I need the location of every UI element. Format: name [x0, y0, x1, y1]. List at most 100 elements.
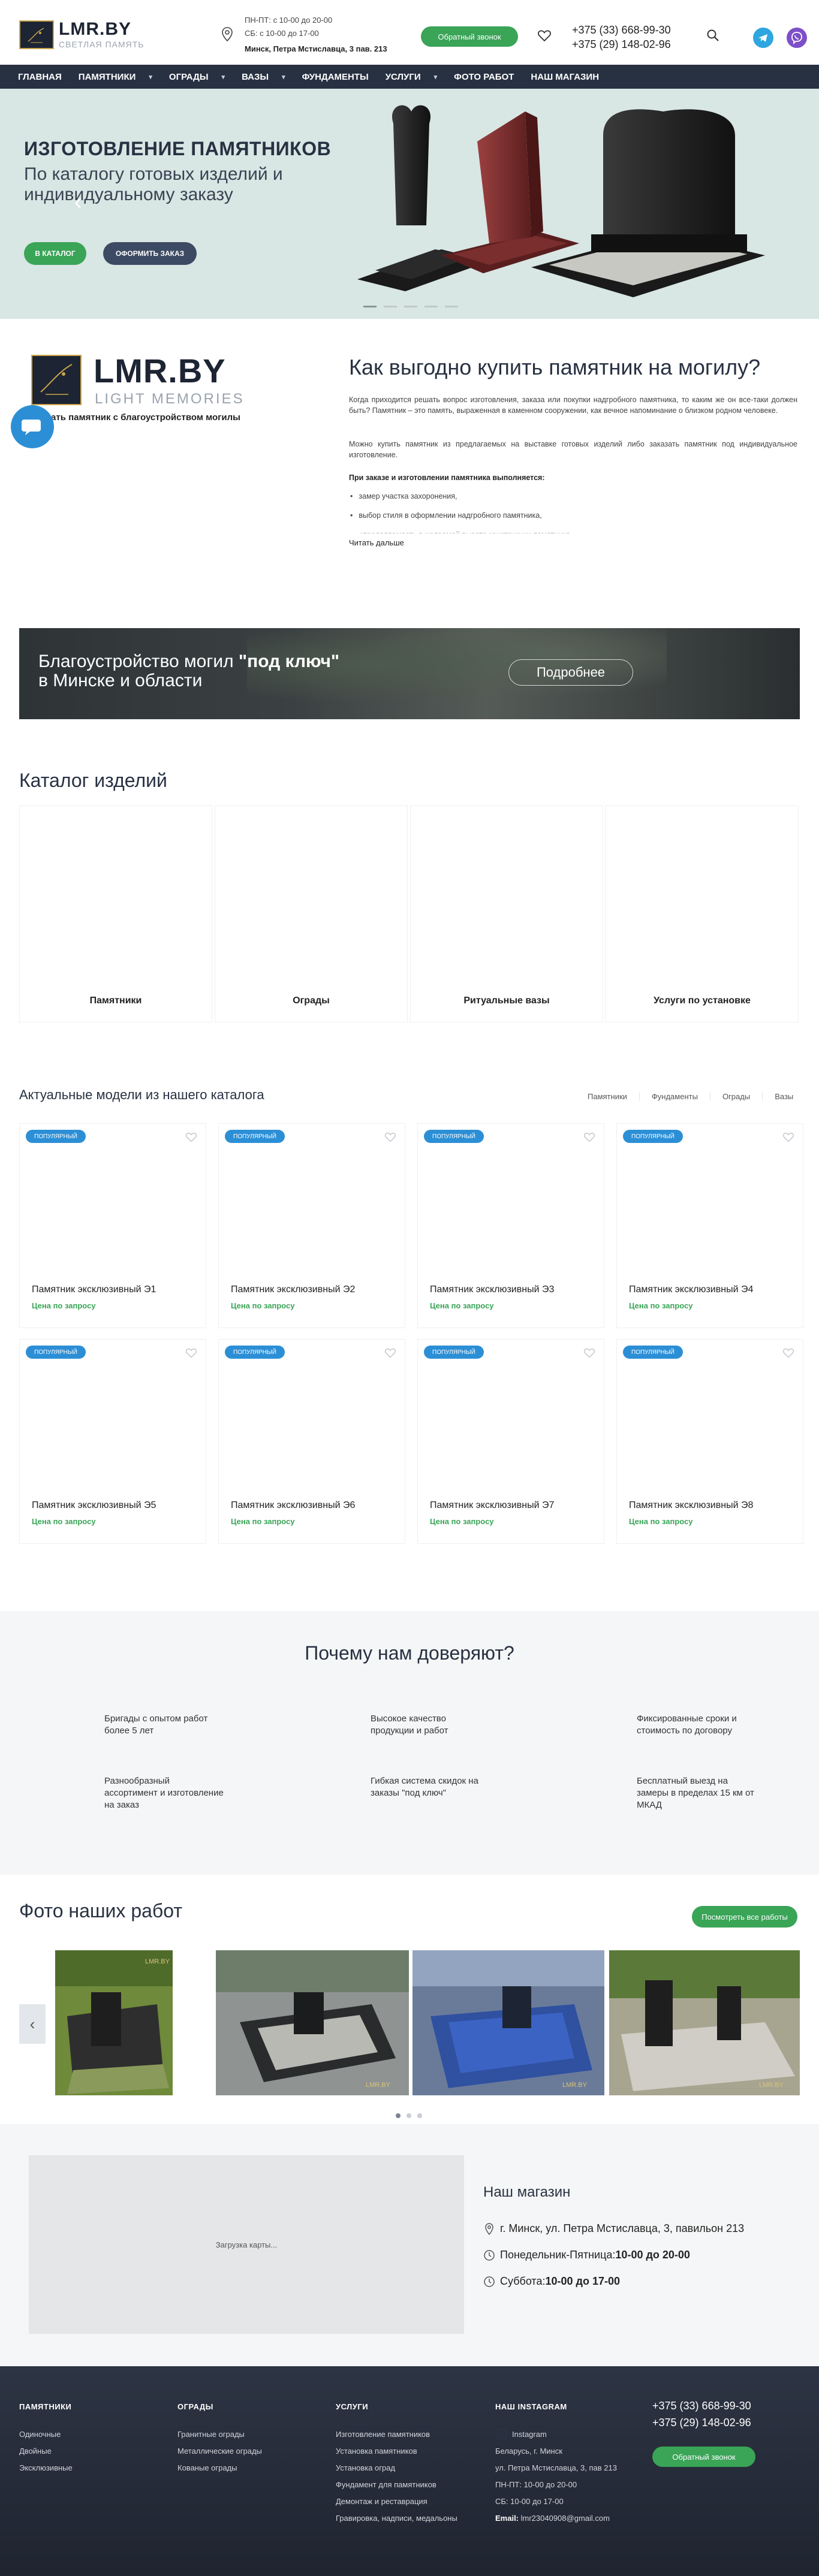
nav-item-label: Услуги: [385, 71, 421, 82]
gallery-photo[interactable]: LMR.BY: [412, 1950, 604, 2095]
shop-map[interactable]: Загрузка карты...: [29, 2155, 464, 2334]
slider-dot[interactable]: [384, 306, 397, 307]
favorite-heart-icon[interactable]: [583, 1347, 595, 1359]
header-phones: +375 (33) 668-99-30 +375 (29) 148-02-96: [572, 23, 671, 52]
nav-item-4[interactable]: Вазы ▾: [233, 65, 294, 89]
footer-email[interactable]: lmr23040908@gmail.com: [521, 2514, 610, 2523]
gallery-photo[interactable]: LMR.BY: [55, 1950, 173, 2095]
favorite-heart-icon[interactable]: [185, 1347, 197, 1359]
callback-button[interactable]: Обратный звонок: [421, 26, 518, 47]
product-price: Цена по запросу: [231, 1301, 295, 1310]
nav-item-8[interactable]: Наш магазин: [522, 65, 607, 89]
popular-badge: популярный: [623, 1346, 683, 1359]
product-card[interactable]: популярный Памятник эксклюзивный Э4 Цена п…: [616, 1123, 803, 1328]
product-card[interactable]: популярный Памятник эксклюзивный Э3 Цена п…: [417, 1123, 604, 1328]
catalog-card[interactable]: Услуги по установке: [606, 806, 799, 1022]
read-more-link[interactable]: Читать дальше: [349, 538, 404, 547]
see-all-works-button[interactable]: Посмотреть все работы: [692, 1906, 797, 1928]
logo-title[interactable]: LMR.BY: [59, 19, 131, 40]
hero-slider: ИЗГОТОВЛЕНИЕ ПАМЯТНИКОВ По каталогу гото…: [0, 89, 819, 319]
nav-item-1[interactable]: Главная: [10, 65, 70, 89]
product-card[interactable]: популярный Памятник эксклюзивный Э7 Цена п…: [417, 1339, 604, 1544]
gallery-prev-arrow-icon[interactable]: ‹: [19, 2004, 46, 2044]
favorite-heart-icon[interactable]: [583, 1131, 595, 1143]
nav-item-3[interactable]: Ограды ▾: [161, 65, 233, 89]
footer-link[interactable]: Гравировка, надписи, медальоны: [336, 2510, 457, 2527]
favorite-heart-icon[interactable]: [782, 1131, 794, 1143]
nav-item-2[interactable]: Памятники ▾: [70, 65, 161, 89]
footer-link[interactable]: Фундамент для памятников: [336, 2477, 457, 2493]
footer-link[interactable]: Металлические ограды: [177, 2443, 262, 2460]
footer-link[interactable]: Эксклюзивные: [19, 2460, 73, 2477]
chat-bubble-icon[interactable]: [11, 405, 54, 448]
hero-catalog-button[interactable]: В каталог: [24, 242, 86, 265]
header-phone-2[interactable]: +375 (29) 148-02-96: [572, 37, 671, 52]
favorites-heart-icon[interactable]: [537, 28, 552, 43]
footer-callback-button[interactable]: Обратный звонок: [652, 2447, 755, 2467]
footer-link[interactable]: Одиночные: [19, 2426, 73, 2443]
slider-dot[interactable]: [404, 306, 417, 307]
instagram-link[interactable]: Instagram: [495, 2426, 617, 2443]
banner-more-button[interactable]: Подробнее: [508, 659, 633, 686]
gallery-dot[interactable]: [396, 2113, 401, 2118]
gallery-dot[interactable]: [417, 2113, 422, 2118]
footer-link[interactable]: Двойные: [19, 2443, 73, 2460]
footer-link[interactable]: Гранитные ограды: [177, 2426, 262, 2443]
header-phone-1[interactable]: +375 (33) 668-99-30: [572, 23, 671, 37]
models-tab[interactable]: Памятники: [576, 1092, 640, 1101]
models-tab[interactable]: Вазы: [763, 1092, 793, 1101]
product-card[interactable]: популярный Памятник эксклюзивный Э1 Цена п…: [19, 1123, 206, 1328]
slider-dot[interactable]: [445, 306, 458, 307]
nav-item-7[interactable]: Фото работ: [445, 65, 522, 89]
slider-prev-arrow-icon[interactable]: ‹: [74, 189, 82, 215]
product-name[interactable]: Памятник эксклюзивный Э5: [32, 1500, 156, 1511]
catalog-card[interactable]: Ритуальные вазы: [410, 806, 603, 1022]
slider-dot[interactable]: [363, 306, 377, 307]
favorite-heart-icon[interactable]: [782, 1347, 794, 1359]
favorite-heart-icon[interactable]: [384, 1347, 396, 1359]
footer-link[interactable]: Установка памятников: [336, 2443, 457, 2460]
product-name[interactable]: Памятник эксклюзивный Э6: [231, 1500, 355, 1511]
product-card[interactable]: популярный Памятник эксклюзивный Э8 Цена п…: [616, 1339, 803, 1544]
footer-phone-2[interactable]: +375 (29) 148-02-96: [652, 2417, 751, 2429]
catalog-card[interactable]: Памятники: [19, 806, 212, 1022]
telegram-icon[interactable]: [753, 28, 773, 48]
footer-link[interactable]: Изготовление памятников: [336, 2426, 457, 2443]
footer-col1-title[interactable]: Памятники: [19, 2402, 71, 2411]
footer-link[interactable]: Установка оград: [336, 2460, 457, 2477]
product-name[interactable]: Памятник эксклюзивный Э8: [629, 1500, 753, 1511]
product-card[interactable]: популярный Памятник эксклюзивный Э6 Цена п…: [218, 1339, 405, 1544]
product-name[interactable]: Памятник эксклюзивный Э7: [430, 1500, 554, 1511]
product-card[interactable]: популярный Памятник эксклюзивный Э2 Цена п…: [218, 1123, 405, 1328]
intro-bullet: определяемость в желаемой высоте констру…: [361, 525, 572, 533]
footer-col2-title[interactable]: Ограды: [177, 2402, 213, 2411]
search-icon[interactable]: [706, 29, 719, 42]
slider-dot[interactable]: [424, 306, 438, 307]
product-name[interactable]: Памятник эксклюзивный Э1: [32, 1284, 156, 1295]
trust-reason: Высокое качество продукции и работ: [371, 1714, 448, 1736]
product-name[interactable]: Памятник эксклюзивный Э4: [629, 1284, 753, 1295]
viber-icon[interactable]: [787, 28, 807, 48]
models-title: Актуальные модели из нашего каталога: [19, 1087, 264, 1102]
footer-phone-1[interactable]: +375 (33) 668-99-30: [652, 2400, 751, 2412]
product-card[interactable]: популярный Памятник эксклюзивный Э5 Цена п…: [19, 1339, 206, 1544]
catalog-card-label: Ограды: [293, 996, 330, 1006]
hero-order-button[interactable]: Оформить заказ: [103, 242, 197, 265]
gallery-dot[interactable]: [407, 2113, 411, 2118]
models-tab[interactable]: Фундаменты: [640, 1092, 710, 1101]
intro-paragraph-2: Можно купить памятник из предлагаемых на…: [349, 440, 797, 459]
nav-item-6[interactable]: Услуги ▾: [377, 65, 445, 89]
product-name[interactable]: Памятник эксклюзивный Э3: [430, 1284, 554, 1295]
footer-link[interactable]: Демонтаж и реставрация: [336, 2493, 457, 2510]
footer-col3-title[interactable]: Услуги: [336, 2402, 368, 2411]
gallery-photo[interactable]: LMR.BY: [216, 1950, 409, 2095]
models-tab[interactable]: Ограды: [710, 1092, 763, 1101]
product-name[interactable]: Памятник эксклюзивный Э2: [231, 1284, 355, 1295]
catalog-card[interactable]: Ограды: [215, 806, 408, 1022]
gallery-photo[interactable]: LMR.BY: [609, 1950, 800, 2095]
nav-item-5[interactable]: Фундаменты: [294, 65, 377, 89]
footer-link[interactable]: Кованые ограды: [177, 2460, 262, 2477]
favorite-heart-icon[interactable]: [384, 1131, 396, 1143]
logo-icon[interactable]: [19, 20, 54, 49]
favorite-heart-icon[interactable]: [185, 1131, 197, 1143]
